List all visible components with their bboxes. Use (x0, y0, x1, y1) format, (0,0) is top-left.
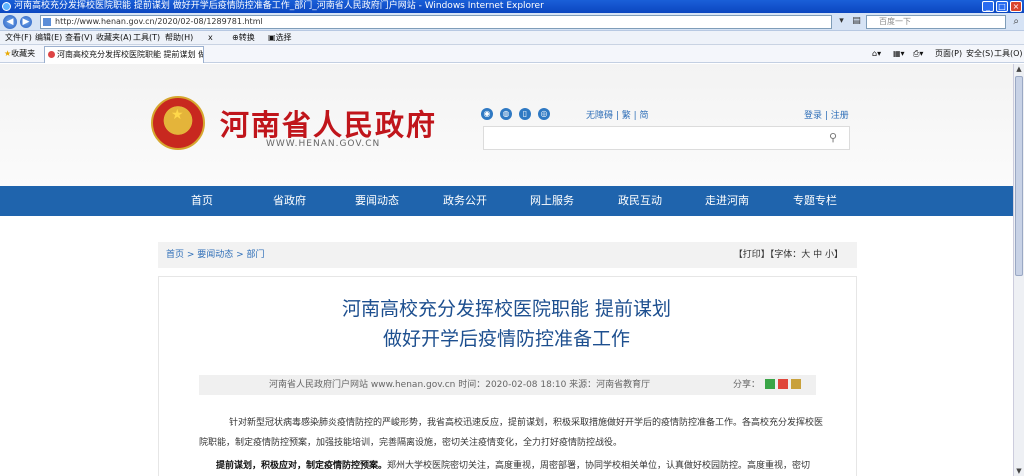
national-emblem-icon: ★ (151, 96, 205, 150)
menu-tools[interactable]: 工具(T) (133, 31, 160, 44)
browser-search-input[interactable]: 百度一下 ⌕ (866, 15, 1019, 29)
compatibility-icon[interactable]: ▤ (851, 16, 862, 27)
menu-view[interactable]: 查看(V) (65, 31, 93, 44)
article-title-line-1: 河南高校充分发挥校医院职能 提前谋划 (341, 298, 672, 320)
breadcrumb: 首页 > 要闻动态 > 部门 【打印】【字体：大 中 小】 (158, 242, 857, 268)
select-button[interactable]: ▣选择 (268, 31, 292, 44)
site-domain: WWW.HENAN.GOV.CN (266, 139, 381, 149)
address-input[interactable]: http://www.henan.gov.cn/2020/02-08/12897… (40, 15, 832, 29)
forward-button[interactable]: ▶ (20, 16, 32, 28)
paragraph-2-lead: 提前谋划，积极应对，制定疫情防控预案。 (216, 461, 388, 471)
vertical-scrollbar[interactable]: ▲ ▼ (1013, 64, 1024, 476)
menu-edit[interactable]: 编辑(E) (35, 31, 62, 44)
paragraph-2-text: 郑州大学校医院密切关注，高度重视，周密部署，协同学校相关单位，认真做好校园防控。… (387, 461, 811, 471)
share-weibo-icon[interactable] (778, 379, 788, 389)
menu-favorites[interactable]: 收藏夹(A) (96, 31, 132, 44)
back-button[interactable]: ◀ (3, 15, 17, 29)
page-viewport: ★ 河南省人民政府 WWW.HENAN.GOV.CN ◉ ◍ ▯ ◎ 无障碍 |… (0, 64, 1013, 476)
browser-tab[interactable]: 河南高校充分发挥校医院职能 提前谋划 做好... (44, 46, 204, 63)
nav-about-henan[interactable]: 走进河南 (705, 186, 749, 216)
tools-menu[interactable]: 工具(O) (994, 45, 1023, 62)
window-titlebar: 河南高校充分发挥校医院职能 提前谋划 做好开学后疫情防控准备工作_部门_河南省人… (0, 0, 1024, 13)
search-icon[interactable]: ⚲ (829, 131, 837, 144)
login-register-links[interactable]: 登录 | 注册 (804, 108, 849, 121)
site-search-input[interactable]: ⚲ (483, 126, 850, 150)
search-icon[interactable]: ⌕ (1013, 16, 1019, 28)
nav-interaction[interactable]: 政民互动 (618, 186, 662, 216)
article-meta: 河南省人民政府门户网站 www.henan.gov.cn 时间：2020-02-… (199, 375, 816, 395)
share-wechat-icon[interactable] (765, 379, 775, 389)
breadcrumb-path[interactable]: 首页 > 要闻动态 > 部门 (166, 250, 265, 260)
scrollbar-thumb[interactable] (1015, 76, 1023, 276)
scroll-up-icon[interactable]: ▲ (1014, 64, 1024, 74)
page-icon (43, 18, 51, 26)
article-title-line-2: 做好开学后疫情防控准备工作 (382, 328, 630, 350)
print-font-tools[interactable]: 【打印】【字体：大 中 小】 (734, 242, 843, 268)
dropdown-arrow-icon[interactable]: ▾ (836, 16, 847, 27)
site-favicon-icon (48, 51, 55, 58)
paragraph-1-line-2: 院职能，制定疫情防控预案，加强技能培训，完善隔离设施，密切关注疫情变化，全力打好… (199, 438, 623, 448)
close-window-button[interactable]: × (1010, 1, 1022, 12)
menu-close-x[interactable]: x (208, 31, 213, 44)
share-label: 分享： (733, 380, 761, 390)
weibo-icon[interactable]: ◍ (500, 108, 512, 120)
address-bar-row: ◀ ▶ http://www.henan.gov.cn/2020/02-08/1… (0, 13, 1024, 31)
menu-help[interactable]: 帮助(H) (165, 31, 193, 44)
favorites-button[interactable]: ★收藏夹 (4, 45, 35, 62)
site-title[interactable]: 河南省人民政府 (220, 102, 437, 144)
safety-menu[interactable]: 安全(S) (966, 45, 993, 62)
nav-home[interactable]: 首页 (191, 186, 213, 216)
main-nav: 首页 省政府 要闻动态 政务公开 网上服务 政民互动 走进河南 专题专栏 (0, 186, 1013, 216)
print-icon[interactable]: ⎙▾ (913, 45, 923, 62)
share-qzone-icon[interactable] (791, 379, 801, 389)
app-icon[interactable]: ◎ (538, 108, 550, 120)
menu-file[interactable]: 文件(F) (5, 31, 32, 44)
page-menu[interactable]: 页面(P) (935, 45, 962, 62)
nav-online-services[interactable]: 网上服务 (530, 186, 574, 216)
minimize-button[interactable]: _ (982, 1, 994, 12)
mobile-icon[interactable]: ▯ (519, 108, 531, 120)
scroll-down-icon[interactable]: ▼ (1014, 466, 1024, 476)
article-meta-text: 河南省人民政府门户网站 www.henan.gov.cn 时间：2020-02-… (269, 380, 651, 390)
nav-special-topics[interactable]: 专题专栏 (793, 186, 837, 216)
wechat-icon[interactable]: ◉ (481, 108, 493, 120)
ie-logo-icon (2, 2, 11, 11)
paragraph-1-line-1: 针对新型冠状病毒感染肺炎疫情防控的严峻形势，我省高校迅速反应，提前谋划，积极采取… (229, 418, 824, 428)
window-title: 河南高校充分发挥校医院职能 提前谋划 做好开学后疫情防控准备工作_部门_河南省人… (14, 1, 544, 11)
nav-provincial-government[interactable]: 省政府 (273, 186, 306, 216)
article-title: 河南高校充分发挥校医院职能 提前谋划 做好开学后疫情防控准备工作 (0, 294, 1013, 354)
convert-button[interactable]: ⊕转换 (232, 31, 255, 44)
menu-bar: 文件(F) 编辑(E) 查看(V) 收藏夹(A) 工具(T) 帮助(H) x ⊕… (0, 31, 1024, 45)
feeds-icon[interactable]: ▦▾ (893, 45, 905, 62)
favorites-bar: ★收藏夹 河南高校充分发挥校医院职能 提前谋划 做好... ⌂▾ ▦▾ ⎙▾ 页… (0, 45, 1024, 63)
nav-news[interactable]: 要闻动态 (355, 186, 399, 216)
accessibility-links[interactable]: 无障碍 | 繁 | 简 (586, 108, 649, 121)
home-icon[interactable]: ⌂▾ (872, 45, 881, 62)
nav-government-affairs[interactable]: 政务公开 (443, 186, 487, 216)
paragraph-2: 提前谋划，积极应对，制定疫情防控预案。郑州大学校医院密切关注，高度重视，周密部署… (216, 456, 810, 476)
maximize-button[interactable]: □ (996, 1, 1008, 12)
